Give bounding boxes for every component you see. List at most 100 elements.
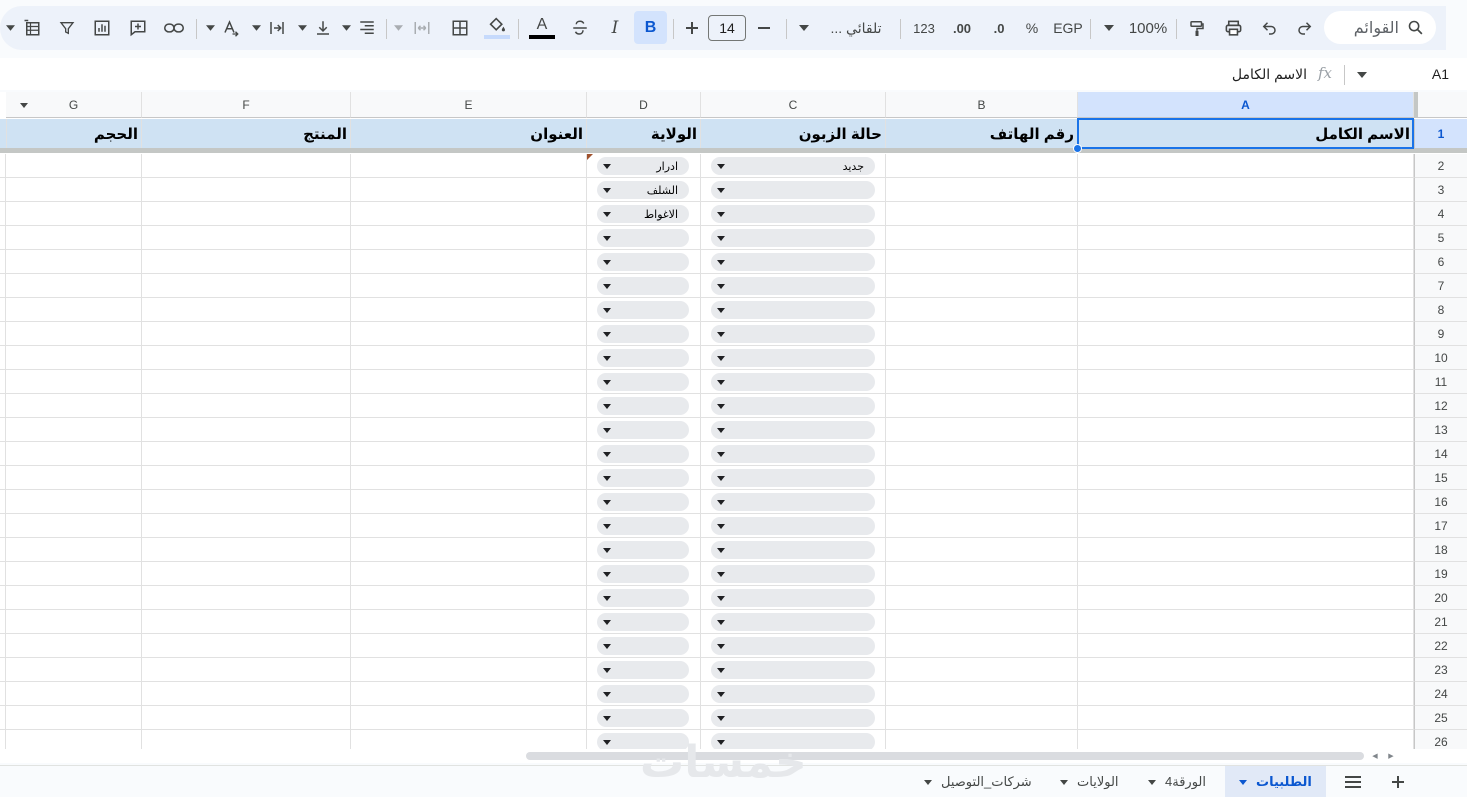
dropdown-chip-d[interactable]: ادرار — [597, 157, 689, 175]
row-header[interactable]: 11 — [1414, 370, 1467, 394]
grid-cell[interactable] — [142, 322, 351, 346]
dropdown-chip-c[interactable] — [711, 181, 875, 199]
row-header[interactable]: 21 — [1414, 610, 1467, 634]
row-header[interactable]: 7 — [1414, 274, 1467, 298]
column-header-g[interactable]: G — [6, 92, 142, 118]
grid-cell[interactable] — [1078, 154, 1414, 178]
column-header-c[interactable]: C — [701, 92, 886, 118]
dropdown-chip-c[interactable] — [711, 565, 875, 583]
font-size-input[interactable]: 14 — [708, 15, 746, 41]
header-cell-f[interactable]: المنتج — [142, 119, 351, 149]
dropdown-chip-c[interactable] — [711, 229, 875, 247]
dropdown-chip-c[interactable] — [711, 493, 875, 511]
grid-cell[interactable] — [1078, 538, 1414, 562]
grid-cell[interactable] — [6, 226, 142, 250]
grid-cell[interactable] — [6, 274, 142, 298]
dropdown-chip-d[interactable] — [597, 445, 689, 463]
grid-cell[interactable] — [351, 682, 587, 706]
dropdown-chip-d[interactable] — [597, 229, 689, 247]
grid-cell[interactable] — [6, 682, 142, 706]
row-header[interactable]: 24 — [1414, 682, 1467, 706]
grid-cell[interactable] — [6, 490, 142, 514]
vertical-align-dropdown[interactable] — [296, 6, 308, 50]
grid-cell[interactable] — [142, 562, 351, 586]
scroll-left-button[interactable]: ◀ — [1368, 751, 1382, 761]
text-rotation-dropdown[interactable] — [204, 6, 216, 50]
grid-cell[interactable] — [886, 610, 1078, 634]
dropdown-chip-c[interactable] — [711, 637, 875, 655]
paint-format-button[interactable] — [1184, 6, 1210, 50]
grid-cell[interactable] — [351, 154, 587, 178]
grid-cell[interactable] — [142, 682, 351, 706]
grid-cell[interactable] — [1078, 586, 1414, 610]
grid-cell[interactable] — [1078, 226, 1414, 250]
dropdown-chip-c[interactable] — [711, 469, 875, 487]
grid-cell[interactable] — [6, 346, 142, 370]
sheet-tab-sheet4[interactable]: الورقة4 — [1148, 766, 1206, 797]
grid-cell[interactable] — [142, 442, 351, 466]
more-formats-button[interactable]: 123 — [908, 6, 940, 50]
grid-cell[interactable] — [351, 322, 587, 346]
sheet-tab-orders[interactable]: الطلبيات — [1225, 766, 1326, 797]
row-header[interactable]: 15 — [1414, 466, 1467, 490]
grid-cell[interactable] — [142, 226, 351, 250]
print-button[interactable] — [1220, 6, 1246, 50]
all-sheets-button[interactable] — [1338, 766, 1368, 797]
grid-cell[interactable] — [886, 442, 1078, 466]
grid-cell[interactable] — [1078, 562, 1414, 586]
dropdown-chip-d[interactable] — [597, 469, 689, 487]
filter-views-button[interactable] — [18, 6, 46, 50]
grid-cell[interactable] — [1078, 394, 1414, 418]
grid-cell[interactable] — [351, 370, 587, 394]
row-header[interactable]: 10 — [1414, 346, 1467, 370]
grid-cell[interactable] — [886, 250, 1078, 274]
header-cell-g[interactable]: الحجم — [6, 119, 142, 149]
dropdown-chip-d[interactable] — [597, 349, 689, 367]
dropdown-chip-c[interactable] — [711, 661, 875, 679]
column-header-f[interactable]: F — [142, 92, 351, 118]
row-header[interactable]: 14 — [1414, 442, 1467, 466]
insert-link-button[interactable] — [160, 6, 188, 50]
formula-input[interactable]: الاسم الكامل — [1232, 66, 1307, 83]
grid-cell[interactable] — [351, 562, 587, 586]
italic-button[interactable]: I — [602, 6, 628, 50]
grid-cell[interactable] — [1078, 634, 1414, 658]
sheet-tab-states[interactable]: الولايات — [1060, 766, 1119, 797]
grid-cell[interactable] — [886, 346, 1078, 370]
insert-comment-button[interactable] — [124, 6, 152, 50]
grid-cell[interactable] — [886, 586, 1078, 610]
grid-cell[interactable] — [6, 202, 142, 226]
grid-cell[interactable] — [886, 514, 1078, 538]
grid-cell[interactable] — [142, 178, 351, 202]
grid-cell[interactable] — [142, 394, 351, 418]
text-color-button[interactable]: A — [528, 6, 556, 50]
grid-cell[interactable] — [351, 346, 587, 370]
grid-cell[interactable] — [142, 490, 351, 514]
grid-cell[interactable] — [886, 466, 1078, 490]
grid-cell[interactable] — [1078, 322, 1414, 346]
dropdown-chip-d[interactable] — [597, 709, 689, 727]
dropdown-chip-d[interactable] — [597, 685, 689, 703]
grid-cell[interactable] — [6, 178, 142, 202]
grid-cell[interactable] — [886, 154, 1078, 178]
grid-cell[interactable] — [6, 514, 142, 538]
row-header[interactable]: 13 — [1414, 418, 1467, 442]
grid-cell[interactable] — [1078, 250, 1414, 274]
grid-cell[interactable] — [351, 178, 587, 202]
dropdown-chip-d[interactable] — [597, 613, 689, 631]
row-header[interactable]: 20 — [1414, 586, 1467, 610]
grid-cell[interactable] — [6, 298, 142, 322]
dropdown-chip-d[interactable] — [597, 493, 689, 511]
grid-cell[interactable] — [886, 202, 1078, 226]
grid-cell[interactable] — [1078, 442, 1414, 466]
dropdown-chip-d[interactable] — [597, 637, 689, 655]
header-cell-a[interactable]: الاسم الكامل — [1078, 119, 1414, 149]
decrease-decimal-button[interactable]: .0 — [984, 6, 1014, 50]
create-filter-button[interactable] — [54, 6, 80, 50]
row-header[interactable]: 4 — [1414, 202, 1467, 226]
redo-button[interactable] — [1292, 6, 1318, 50]
dropdown-chip-c[interactable] — [711, 421, 875, 439]
dropdown-chip-c[interactable] — [711, 277, 875, 295]
font-family-dropdown[interactable] — [796, 6, 812, 50]
column-header-e[interactable]: E — [351, 92, 587, 118]
